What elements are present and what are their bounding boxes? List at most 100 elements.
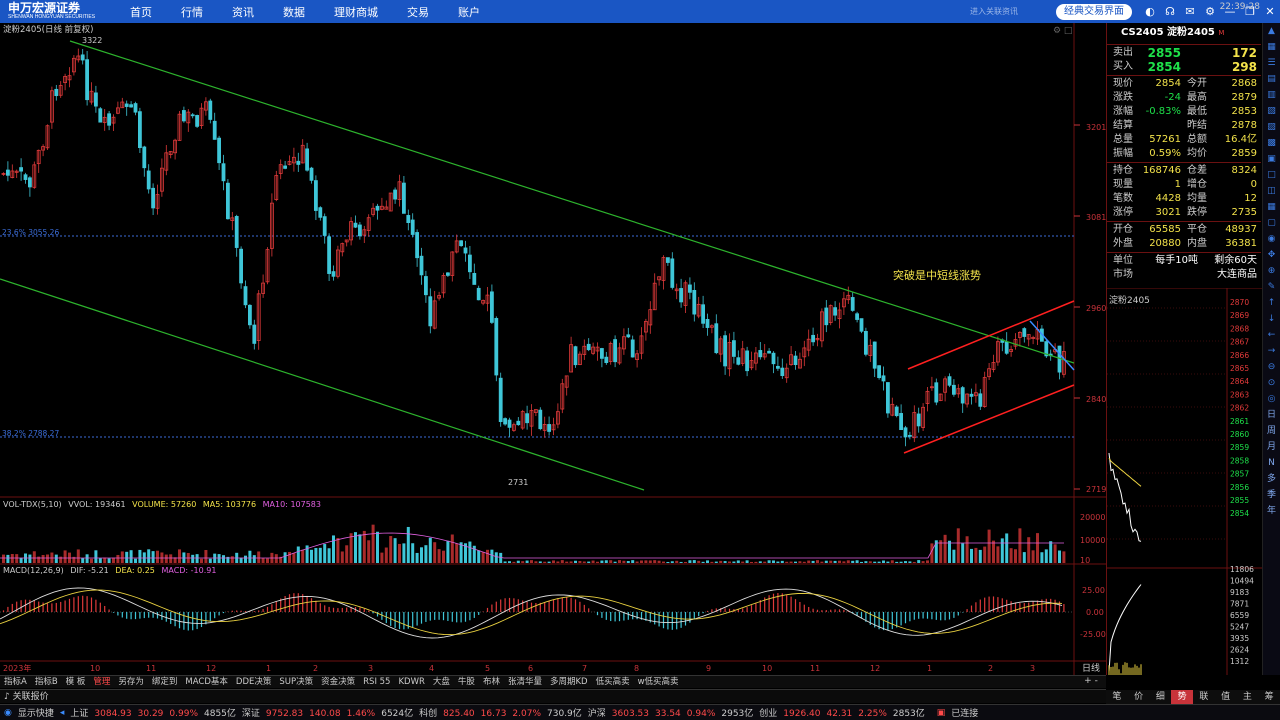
quote-tab[interactable]: 势 [1171, 690, 1193, 704]
indicator-tab[interactable]: 管理 [89, 676, 114, 688]
grid-icon[interactable]: ▦ [1263, 39, 1280, 55]
intraday-mini-chart[interactable]: 2870 2869 2868 2867 2866 2865 2864 2863 2862 2861… [1107, 288, 1262, 675]
quick-toggle-icon[interactable]: ◉ [4, 708, 12, 718]
indicator-tab[interactable]: RSI 55 [359, 676, 394, 688]
skin-icon[interactable]: ◐ [1140, 5, 1160, 18]
index-item[interactable]: 科创 825.40 16.73 2.07% 730.9亿 [419, 709, 588, 719]
frame-icon[interactable]: □ [1263, 167, 1280, 183]
period-label[interactable]: 日线 [1082, 662, 1100, 674]
indicator-tab[interactable]: 指标A [0, 676, 31, 688]
nav-home[interactable]: 首页 [130, 4, 152, 20]
compare-icon[interactable]: ▧ [1263, 103, 1280, 119]
window-icon[interactable]: ◫ [1263, 183, 1280, 199]
right-arrow-icon[interactable]: → [1263, 343, 1280, 359]
indicator-tab[interactable]: 绑定到 [148, 676, 182, 688]
nav-news[interactable]: 资讯 [232, 4, 254, 20]
index-item[interactable]: 深证 9752.83 140.08 1.46% 6524亿 [242, 709, 419, 719]
indicator-tab[interactable]: 大盘 [429, 676, 454, 688]
period-multi[interactable]: 多 [1263, 471, 1280, 487]
nav-trade[interactable]: 交易 [407, 4, 429, 20]
indicator-tab[interactable]: 模 板 [62, 676, 90, 688]
indicator-tab[interactable]: MACD基本 [181, 676, 231, 688]
expand-icon[interactable]: ◂ [60, 708, 65, 718]
report-icon[interactable]: ▩ [1263, 135, 1280, 151]
quote-tab[interactable]: 价 [1128, 690, 1150, 704]
move-icon[interactable]: ✥ [1263, 247, 1280, 263]
period-day[interactable]: 日 [1263, 407, 1280, 423]
date-tick: 1 [927, 664, 932, 673]
mini-vol-tick: 11806 [1230, 565, 1254, 574]
nav-up-icon[interactable]: ▲ [1263, 23, 1280, 39]
period-quarter[interactable]: 季 [1263, 487, 1280, 503]
zoom-in-icon[interactable]: ⊕ [1263, 263, 1280, 279]
indicator-tab[interactable]: SUP决策 [275, 676, 317, 688]
indicator-tab[interactable]: 资金决策 [317, 676, 359, 688]
close-icon[interactable]: ✕ [1260, 5, 1280, 18]
quote-tab[interactable]: 细 [1150, 690, 1172, 704]
index-item[interactable]: 上证 3084.93 30.29 0.99% 4855亿 [70, 709, 242, 719]
page-icon[interactable]: ▢ [1263, 215, 1280, 231]
period-year[interactable]: 年 [1263, 503, 1280, 519]
indicator-tab[interactable]: 张清华量 [504, 676, 546, 688]
magnify-icon[interactable]: ⊙ [1263, 375, 1280, 391]
quote-tab[interactable]: 笔 [1106, 690, 1128, 704]
location-icon[interactable]: ◉ [1263, 231, 1280, 247]
mail-icon[interactable]: ✉ [1180, 5, 1200, 18]
quote-tab[interactable]: 主 [1237, 690, 1259, 704]
quote-tab[interactable]: 筹 [1258, 690, 1280, 704]
classic-trade-button[interactable]: 经典交易界面 [1056, 3, 1132, 20]
doc-icon[interactable]: ▣ [1263, 151, 1280, 167]
period-month[interactable]: 月 [1263, 439, 1280, 455]
table-icon[interactable]: ▨ [1263, 119, 1280, 135]
period-week[interactable]: 周 [1263, 423, 1280, 439]
settings-icon[interactable]: ⚙ [1200, 5, 1220, 18]
related-news-hint[interactable]: 进入关联资讯 [970, 6, 1018, 17]
kline-chart[interactable]: 淀粉2405(日线 前复权) 3322 2731 23.6% 3055.26 3… [0, 23, 1106, 675]
headset-icon[interactable]: ☊ [1160, 5, 1180, 18]
quote-tab[interactable]: 值 [1215, 690, 1237, 704]
quote-stats-1: 现价 2854 今开 2868 涨跌 -24 最高 2879 涨幅 -0.83% 最低 2853 结算昨… [1107, 77, 1261, 161]
list-icon[interactable]: ☰ [1263, 55, 1280, 71]
bid-row[interactable]: 买入 2854 298 [1107, 60, 1261, 74]
indicator-tab[interactable]: w低买高卖 [634, 676, 683, 688]
cycle-icon[interactable]: ◎ [1263, 391, 1280, 407]
nav-account[interactable]: 账户 [458, 4, 480, 20]
indicator-tab[interactable]: 布林 [479, 676, 504, 688]
candles [1, 48, 1066, 447]
left-arrow-icon[interactable]: ← [1263, 327, 1280, 343]
up-arrow-icon[interactable]: ↑ [1263, 295, 1280, 311]
chart-settings-icon[interactable]: ⚙ □ [1053, 26, 1072, 36]
quote-tab[interactable]: 联 [1193, 690, 1215, 704]
zoom-out-icon[interactable]: ⊖ [1263, 359, 1280, 375]
indicator-tab[interactable]: 牛股 [454, 676, 479, 688]
nav-wealth-mall[interactable]: 理财商城 [334, 4, 378, 20]
period-n[interactable]: N [1263, 455, 1280, 471]
indicator-tab[interactable]: 指标B [31, 676, 62, 688]
nav-market[interactable]: 行情 [181, 4, 203, 20]
ask-row[interactable]: 卖出 2855 172 [1107, 46, 1261, 60]
chart-icon[interactable]: ▤ [1263, 71, 1280, 87]
indicator-tab[interactable]: 另存为 [114, 676, 148, 688]
kline-icon[interactable]: ▥ [1263, 87, 1280, 103]
layout-icon[interactable]: ▦ [1263, 199, 1280, 215]
indicator-tab[interactable]: DDE决策 [232, 676, 275, 688]
quick-toggle-label[interactable]: 显示快捷 [18, 706, 54, 719]
chart-annotation: 突破是中短线涨势 [893, 268, 981, 282]
index-item[interactable]: 沪深 3603.53 33.54 0.94% 2953亿 [588, 709, 760, 719]
index-item[interactable]: 创业 1926.40 42.31 2.25% 2853亿 [759, 709, 931, 719]
zoom-controls[interactable]: + - [1076, 675, 1106, 688]
kline-chart-area[interactable]: 淀粉2405(日线 前复权) 3322 2731 23.6% 3055.26 3… [0, 23, 1106, 675]
top-bar: 申万宏源证券 SHENWAN HONGYUAN SECURITIES 首页 行情… [0, 0, 1280, 23]
indicator-tab[interactable]: KDWR [394, 676, 428, 688]
volume-value: VOLUME: 57260 [132, 500, 196, 509]
pen-icon[interactable]: ✎ [1263, 279, 1280, 295]
date-tick: 2023年 [3, 663, 31, 673]
indicator-tab[interactable]: 多周期KD [546, 676, 592, 688]
macd-tick: 25.00 [1082, 586, 1105, 595]
related-quote-bar[interactable]: ♪ 关联报价 [0, 689, 1106, 703]
nav-data[interactable]: 数据 [283, 4, 305, 20]
mini-vol-tick: 2624 [1230, 646, 1249, 655]
quote-stat-row: 持仓 168746 仓差 8324 [1113, 165, 1257, 176]
indicator-tab[interactable]: 低买高卖 [592, 676, 634, 688]
down-arrow-icon[interactable]: ↓ [1263, 311, 1280, 327]
